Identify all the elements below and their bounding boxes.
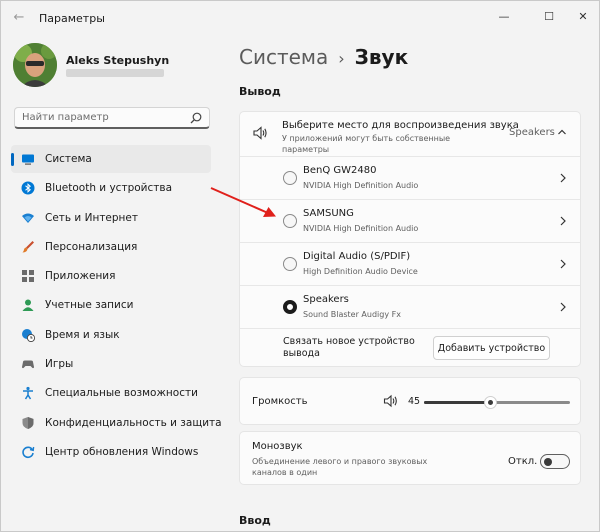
device-name: Speakers [303, 294, 349, 305]
maximize-button[interactable]: ☐ [536, 7, 562, 27]
sidebar-item-accessibility[interactable]: Специальные возможности [11, 379, 211, 407]
page-title: Звук [354, 45, 409, 69]
sidebar-item-accounts[interactable]: Учетные записи [11, 291, 211, 319]
sidebar-item-label: Сеть и Интернет [45, 211, 138, 224]
breadcrumb: Система › Звук [239, 45, 408, 69]
device-driver: NVIDIA High Definition Audio [303, 224, 419, 233]
mono-audio-title: Монозвук [252, 441, 303, 452]
output-device-row[interactable]: Speakers Sound Blaster Audigy Fx [240, 285, 580, 328]
mono-toggle-knob [544, 457, 552, 466]
device-driver: Sound Blaster Audigy Fx [303, 310, 401, 319]
output-header[interactable]: Выберите место для воспроизведения звука… [240, 112, 580, 156]
output-device-row[interactable]: BenQ GW2480 NVIDIA High Definition Audio [240, 156, 580, 199]
volume-value: 45 [408, 396, 421, 407]
minimize-button[interactable]: — [491, 7, 517, 27]
device-name: BenQ GW2480 [303, 165, 377, 176]
search-input[interactable] [22, 112, 182, 123]
accessibility-icon [23, 387, 33, 400]
sidebar-item-label: Игры [45, 358, 74, 371]
gamepad-icon [22, 360, 34, 369]
avatar[interactable] [13, 43, 57, 87]
chevron-right-icon[interactable] [558, 215, 568, 227]
device-radio[interactable] [283, 257, 297, 271]
search-box[interactable] [14, 107, 210, 129]
sidebar-item-label: Центр обновления Windows [45, 445, 199, 458]
shield-icon [22, 416, 34, 429]
sidebar-item-label: Bluetooth и устройства [45, 182, 172, 195]
breadcrumb-parent[interactable]: Система [239, 45, 328, 69]
speaker-icon [253, 126, 267, 140]
user-name: Aleks Stepushyn [66, 54, 170, 67]
monitor-icon [22, 154, 34, 165]
sidebar-item-system[interactable]: Система [11, 145, 211, 173]
volume-slider-thumb[interactable] [483, 396, 497, 409]
mono-toggle-state: Откл. [508, 456, 538, 467]
sidebar-item-label: Специальные возможности [45, 387, 198, 400]
brush-icon [22, 240, 34, 253]
chevron-right-icon[interactable] [558, 172, 568, 184]
chevron-right-icon[interactable] [558, 258, 568, 270]
annotation-arrow-icon [210, 187, 276, 217]
output-header-title: Выберите место для воспроизведения звука [282, 120, 519, 131]
device-name: SAMSUNG [303, 208, 354, 219]
sidebar-item-time-language[interactable]: Время и язык [11, 321, 211, 349]
title-bar: ← Параметры — ☐ ✕ [1, 1, 599, 35]
pair-device-row: Связать новое устройство вывода Добавить… [240, 328, 580, 368]
sidebar-item-label: Время и язык [45, 328, 120, 341]
breadcrumb-separator: › [338, 49, 345, 68]
avatar-photo-icon [13, 43, 57, 87]
app-title: Параметры [39, 12, 105, 25]
sidebar-item-label: Система [45, 153, 92, 165]
sidebar-nav: Система Bluetooth и устройства Сеть и Ин… [11, 145, 222, 467]
selected-output-value: Speakers [509, 127, 555, 138]
sidebar-item-label: Конфиденциальность и защита [45, 416, 222, 429]
back-button[interactable]: ← [9, 9, 29, 27]
output-header-subtitle: У приложений могут быть собственные пара… [282, 134, 451, 154]
sidebar-item-label: Приложения [45, 270, 116, 283]
update-icon [22, 446, 35, 459]
sidebar-item-windows-update[interactable]: Центр обновления Windows [11, 438, 211, 466]
pair-device-label: Связать новое устройство вывода [283, 336, 415, 359]
device-name: Digital Audio (S/PDIF) [303, 251, 411, 262]
device-radio-selected[interactable] [283, 300, 297, 314]
chevron-right-icon[interactable] [558, 301, 568, 313]
globe-clock-icon [22, 328, 35, 342]
mono-audio-subtitle: Объединение левого и правого звуковых ка… [252, 457, 428, 477]
sidebar-item-gaming[interactable]: Игры [11, 350, 211, 378]
settings-window: ← Параметры — ☐ ✕ Aleks Stepushyn Найти … [0, 0, 600, 532]
device-driver: High Definition Audio Device [303, 267, 418, 276]
device-radio[interactable] [283, 171, 297, 185]
input-section-title: Ввод [239, 514, 271, 527]
output-device-row[interactable]: SAMSUNG NVIDIA High Definition Audio [240, 199, 580, 242]
apps-icon [22, 270, 34, 283]
mono-audio-card: Монозвук Объединение левого и правого зв… [239, 431, 581, 485]
volume-slider[interactable] [424, 396, 570, 409]
sidebar-item-bluetooth[interactable]: Bluetooth и устройства [11, 174, 211, 202]
wifi-icon [22, 213, 34, 223]
close-button[interactable]: ✕ [570, 7, 596, 27]
device-driver: NVIDIA High Definition Audio [303, 181, 419, 190]
user-email-redacted [66, 69, 164, 77]
sidebar-item-privacy[interactable]: Конфиденциальность и защита [11, 409, 222, 437]
output-section-title: Вывод [239, 85, 281, 98]
user-icon [22, 299, 34, 312]
output-device-row[interactable]: Digital Audio (S/PDIF) High Definition A… [240, 242, 580, 285]
bluetooth-icon [21, 181, 35, 195]
sidebar-item-personalization[interactable]: Персонализация [11, 233, 211, 261]
volume-card: Громкость 45 [239, 377, 581, 425]
sidebar-item-label: Учетные записи [45, 299, 134, 312]
output-card: Выберите место для воспроизведения звука… [239, 111, 581, 367]
volume-slider-fill [424, 401, 490, 404]
volume-label: Громкость [252, 396, 308, 407]
volume-icon[interactable] [383, 394, 399, 408]
sidebar-item-label: Персонализация [45, 240, 138, 253]
sidebar-item-apps[interactable]: Приложения [11, 262, 211, 290]
sidebar-item-network[interactable]: Сеть и Интернет [11, 204, 211, 232]
chevron-up-icon[interactable] [556, 126, 568, 138]
search-icon[interactable] [189, 111, 203, 125]
add-device-button[interactable]: Добавить устройство [433, 336, 550, 360]
mono-toggle[interactable] [540, 454, 570, 469]
